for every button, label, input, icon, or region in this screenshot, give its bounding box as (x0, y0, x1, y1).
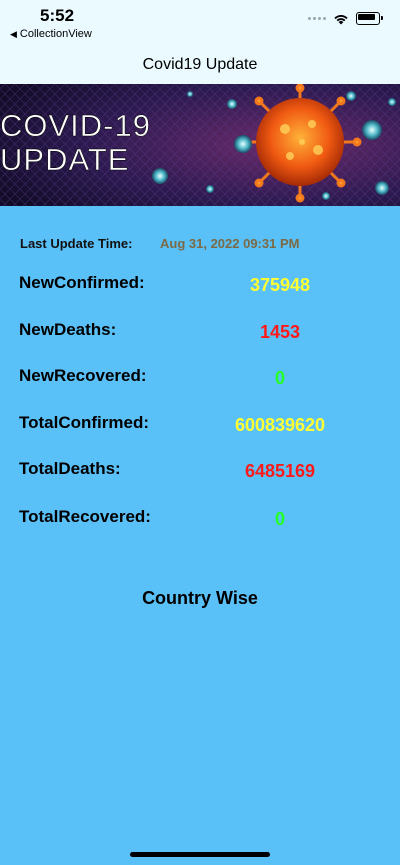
stat-label: TotalDeaths: (19, 459, 121, 478)
back-to-app-link[interactable]: ◀ CollectionView (10, 28, 92, 40)
back-triangle-icon: ◀ (10, 28, 17, 39)
battery-icon (356, 12, 383, 25)
stat-value: 0 (274, 368, 285, 388)
status-icons (308, 12, 383, 25)
banner-line1: COVID-19 (0, 108, 151, 143)
stat-row-total-deaths: TotalDeaths: 6485169 (0, 459, 400, 489)
virus-illustration: COVID-19 UPDATE (0, 84, 400, 206)
stat-value: 600839620 (234, 415, 326, 435)
stat-row-new-deaths: NewDeaths: 1453 (0, 320, 400, 350)
country-wise-button[interactable]: Country Wise (0, 588, 400, 609)
stat-label: NewConfirmed: (19, 273, 145, 292)
stat-row-new-confirmed: NewConfirmed: 375948 (0, 273, 400, 303)
last-update-label: Last Update Time: (20, 236, 133, 251)
covid-banner-image: COVID-19 UPDATE (0, 84, 400, 206)
stat-value: 1453 (259, 322, 301, 342)
stat-label: TotalRecovered: (19, 507, 151, 526)
signal-dots-icon (308, 17, 326, 20)
stat-label: NewRecovered: (19, 366, 147, 385)
stat-row-total-recovered: TotalRecovered: 0 (0, 507, 400, 537)
stat-label: TotalConfirmed: (19, 413, 150, 432)
stat-value: 375948 (249, 275, 311, 295)
stat-row-total-confirmed: TotalConfirmed: 600839620 (0, 413, 400, 443)
last-update-value: Aug 31, 2022 09:31 PM (160, 236, 300, 251)
stat-value: 0 (274, 509, 285, 529)
home-indicator[interactable] (130, 852, 270, 857)
wifi-icon (334, 14, 348, 24)
stat-row-new-recovered: NewRecovered: 0 (0, 366, 400, 396)
navigation-bar: Covid19 Update (0, 46, 400, 84)
status-time: 5:52 (40, 6, 75, 25)
stat-value: 6485169 (244, 461, 316, 481)
stat-label: NewDeaths: (19, 320, 117, 339)
status-bar: 5:52 ◀ CollectionView (0, 0, 400, 46)
page-title: Covid19 Update (142, 56, 258, 73)
back-app-label: CollectionView (19, 28, 92, 40)
banner-line2: UPDATE (0, 142, 129, 177)
